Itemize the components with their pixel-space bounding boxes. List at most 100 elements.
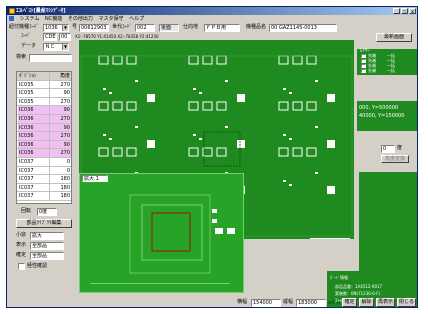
angle-convert-button[interactable]: 角度変換 [381, 155, 409, 163]
data-select[interactable]: ＮＣ ▼ [43, 43, 69, 51]
cell-angle: 270 [50, 114, 71, 123]
cell-angle: 180 [60, 176, 70, 183]
chip-component [237, 140, 245, 148]
search-input[interactable] [29, 54, 72, 62]
col-angle-header: 角度 [59, 73, 70, 79]
table-row[interactable]: IC035 270 [17, 80, 71, 90]
pad-square [112, 55, 123, 65]
zoom-select[interactable]: 拡大 1 [82, 175, 108, 182]
table-row[interactable]: IC036 270 [17, 149, 71, 158]
pad-square [126, 147, 137, 157]
code-b-field[interactable]: 00 [59, 33, 71, 41]
col-position-header: ﾎﾟｼﾞｼｮﾝ [18, 72, 50, 80]
small-pad [103, 134, 106, 136]
layer-checkbox[interactable] [361, 59, 366, 63]
pad-square [292, 147, 303, 157]
size-select[interactable]: 拡大 [30, 232, 64, 240]
width-field[interactable]: 154000 [251, 299, 281, 307]
cell-angle: 270 [60, 98, 70, 105]
pad-square [112, 101, 123, 111]
small-pad [199, 138, 202, 140]
code-a-field[interactable]: CDE [43, 33, 57, 41]
menu-help[interactable]: ヘルプ [129, 16, 144, 22]
cell-angle: 90 [50, 123, 71, 132]
cell-angle: 90 [50, 106, 71, 114]
table-row[interactable]: IC037 180 [17, 175, 71, 184]
confirm-button[interactable]: 確定 [342, 298, 357, 307]
coord-line-2: 40000, Y=150000 [359, 113, 405, 119]
table-row[interactable]: IC036 270 [17, 132, 71, 141]
parts-library-button[interactable]: 部品ﾗｲﾌﾞﾗﾘ編集 [16, 219, 72, 228]
chip-component [327, 186, 335, 194]
gen-label: 世代ｺｰﾄﾞ [112, 24, 133, 30]
height-field[interactable]: 183000 [296, 299, 326, 307]
menu-output[interactable]: その他出力 [68, 16, 93, 22]
board-info-background [359, 172, 417, 282]
layer-checkbox[interactable] [361, 64, 366, 68]
pad-square [188, 55, 199, 65]
table-row[interactable]: IC035 90 [17, 89, 71, 98]
table-row[interactable]: IC037 180 [17, 183, 71, 193]
minimize-button[interactable]: _ [393, 8, 400, 14]
pad-square [216, 147, 227, 157]
pad-square [126, 101, 137, 111]
cell-angle: 180 [60, 193, 70, 200]
menu-bar: システム NC機能 その他出力 マスタ保守 ヘルプ [7, 15, 417, 23]
model-code-select[interactable]: 1036 ▼ [43, 24, 69, 32]
maximize-button[interactable]: □ [401, 8, 408, 14]
pad-square [278, 55, 289, 65]
board-info-line-2: 実装数：0N(71236-0-F) [335, 291, 381, 296]
menu-system[interactable]: システム [20, 16, 40, 22]
lot-field[interactable]: 00612903 [79, 24, 109, 32]
polarity-checkbox[interactable] [18, 263, 25, 270]
library-label: ﾗｲﾌﾞﾗﾘ [328, 300, 340, 305]
pad-square [278, 147, 289, 157]
table-row[interactable]: IC036 270 [17, 114, 71, 124]
display-select[interactable]: 全部品 [30, 242, 64, 250]
small-pad [315, 172, 318, 174]
chevron-down-icon: ▼ [62, 44, 68, 50]
step-unit: 度 [397, 145, 403, 151]
data-value: ＮＣ [45, 44, 56, 50]
cell-position: IC035 [18, 80, 50, 89]
table-row[interactable]: IC036 90 [17, 140, 71, 150]
menu-nc[interactable]: NC機能 [45, 16, 62, 22]
small-pad [109, 138, 112, 140]
chip-component [237, 94, 245, 102]
table-row[interactable]: IC036 90 [17, 106, 71, 115]
small-pad [199, 92, 202, 94]
zoom-subwindow[interactable]: 拡大 1 [79, 173, 244, 293]
close-window-button[interactable]: × [409, 8, 416, 14]
release-button[interactable]: 解除 [359, 298, 374, 307]
table-header: ﾎﾟｼﾞｼｮﾝ 角度 [17, 72, 71, 81]
cell-position: IC037 [18, 166, 50, 175]
pad-square [98, 55, 109, 65]
small-pad [289, 138, 292, 140]
layer-checkbox[interactable] [361, 54, 366, 58]
cell-angle: 0 [66, 167, 70, 174]
name-field[interactable]: 00 GAZ1145-0013 [269, 24, 337, 32]
cell-position: IC037 [18, 183, 50, 192]
redraw-button[interactable]: 再表示 [376, 298, 395, 307]
table-row[interactable]: IC036 90 [17, 123, 71, 133]
step-field[interactable]: 0 [381, 145, 395, 153]
rotate-label: 回転 [21, 208, 32, 214]
table-row[interactable]: IC035 270 [17, 97, 71, 107]
table-row[interactable]: IC037 180 [17, 192, 71, 201]
table-row[interactable]: IC037 0 [17, 157, 71, 167]
selection-box [203, 131, 241, 167]
cell-position: IC037 [18, 175, 50, 183]
lot-label: 号 [72, 24, 78, 30]
layer-checkbox[interactable] [361, 69, 366, 73]
menu-master[interactable]: マスタ保守 [98, 16, 123, 22]
rotate-field[interactable]: 0度 [37, 208, 57, 216]
display-label: 表示 [16, 242, 27, 248]
cell-angle: 90 [63, 90, 70, 97]
gen-field[interactable]: 002 [135, 24, 155, 32]
name-label: 機種品名 [246, 24, 267, 30]
close-button[interactable]: 閉じる [397, 298, 416, 307]
dest-field[interactable]: ＦＰＢ用 [204, 24, 240, 32]
pad-square [278, 101, 289, 111]
table-row[interactable]: IC037 0 [17, 166, 71, 176]
confirm-select[interactable]: 全部品 [30, 252, 64, 260]
